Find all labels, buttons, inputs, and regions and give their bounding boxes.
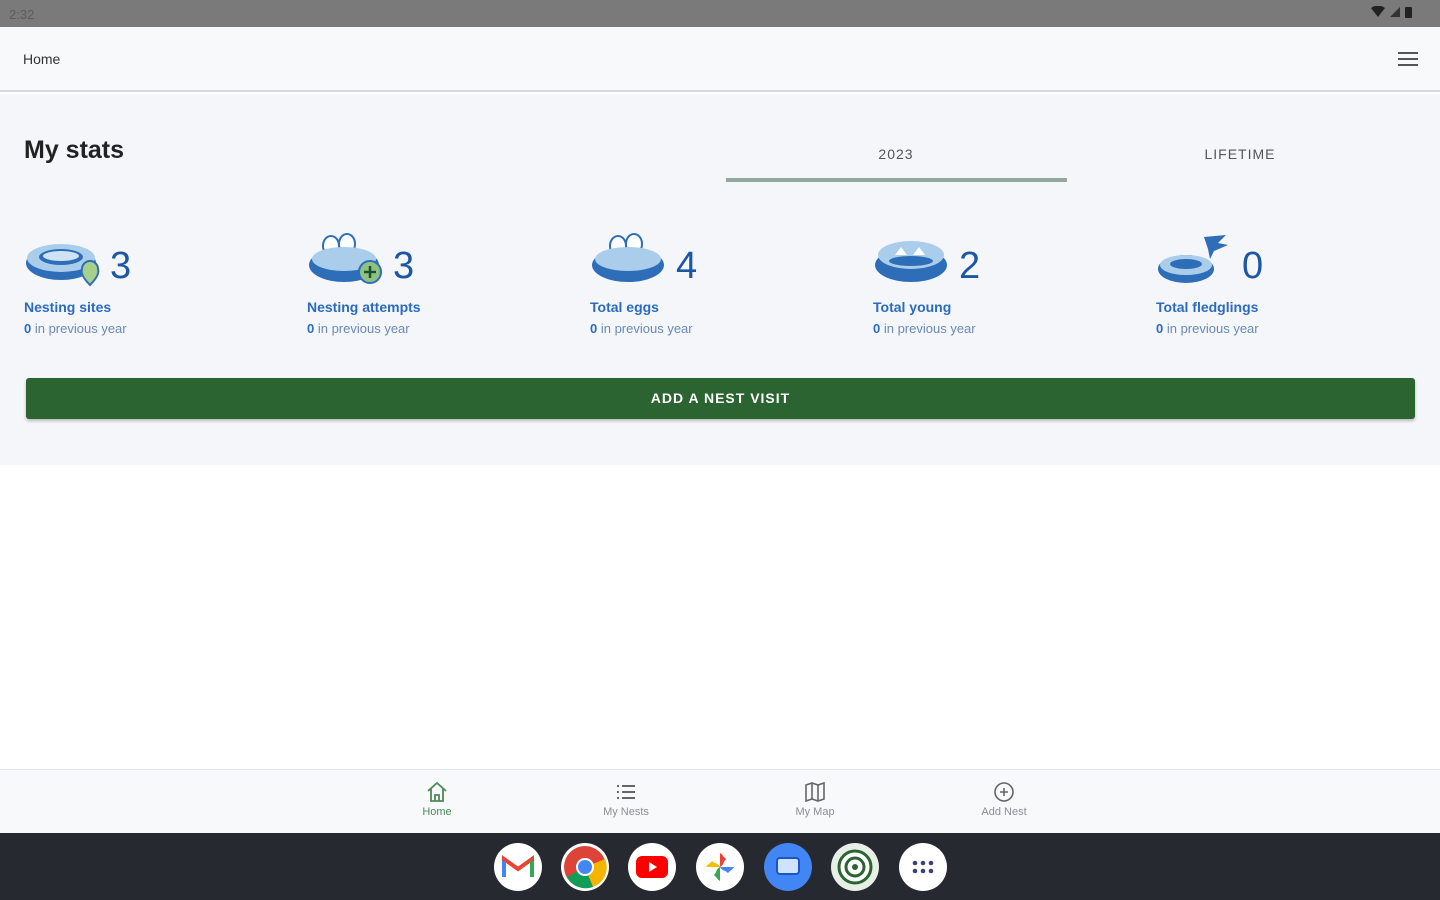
stat-value: 2 [959,245,981,287]
taskbar [0,833,1440,900]
add-circle-icon [994,782,1014,802]
stats-title: My stats [24,136,125,164]
stat-nesting-sites: 3 Nesting sites 0 in previous year [24,231,264,341]
wifi-icon [1371,6,1385,17]
gmail-icon[interactable] [494,843,542,891]
stat-nesting-attempts: 3 Nesting attempts 0 in previous year [307,231,547,341]
status-bar: 2:32 [0,0,1440,27]
stat-previous-text: in previous year [597,321,693,336]
stat-total-fledglings: 0 Total fledglings 0 in previous year [1156,231,1396,341]
chrome-icon[interactable] [561,843,609,891]
stat-previous: 0 in previous year [1156,321,1259,336]
nav-item-home[interactable]: Home [382,780,492,830]
nest-add-icon [309,233,382,284]
messages-icon[interactable] [764,843,812,891]
app-drawer-icon[interactable] [899,843,947,891]
nest-young-icon [875,241,947,282]
stat-label: Total young [873,299,952,315]
stat-previous: 0 in previous year [24,321,127,336]
list-icon [617,785,635,799]
app-bar: Home [0,27,1440,92]
photos-icon[interactable] [696,843,744,891]
bottom-nav: Home My Nests My Map Add Nest [0,769,1440,833]
tab-indicator [726,178,1067,182]
stat-value: 0 [1242,245,1264,287]
add-nest-visit-button[interactable]: ADD A NEST VISIT [26,378,1415,419]
nav-label: My Nests [603,806,649,818]
stat-label: Nesting attempts [307,299,421,315]
stat-previous-text: in previous year [1163,321,1259,336]
nav-item-my-nests[interactable]: My Nests [571,780,681,830]
stat-label: Total eggs [590,299,659,315]
nav-label: Add Nest [981,806,1027,818]
status-icons [1371,6,1412,18]
nav-label: My Map [795,806,835,818]
stat-total-young: 2 Total young 0 in previous year [873,231,1113,341]
stat-previous-text: in previous year [880,321,976,336]
hamburger-menu-icon[interactable] [1398,50,1420,68]
stat-value: 3 [393,245,415,287]
stat-previous: 0 in previous year [590,321,693,336]
stat-label: Total fledglings [1156,299,1259,315]
nestwatch-icon[interactable] [831,843,879,891]
tab-2023[interactable]: 2023 [726,146,1066,162]
stat-previous: 0 in previous year [873,321,976,336]
nav-item-my-map[interactable]: My Map [760,780,870,830]
stat-label: Nesting sites [24,299,112,315]
stat-previous: 0 in previous year [307,321,410,336]
nav-item-add-nest[interactable]: Add Nest [949,780,1059,830]
map-icon [805,781,825,803]
nav-label: Home [422,806,452,818]
nest-fledgling-icon [1158,235,1228,283]
stat-value: 3 [110,245,132,287]
nest-eggs-icon [592,233,664,282]
page-title: Home [23,51,61,67]
status-time: 2:32 [9,7,35,22]
stat-previous-text: in previous year [314,321,410,336]
stat-value: 4 [676,245,698,287]
tab-lifetime[interactable]: LIFETIME [1070,146,1410,162]
signal-icon [1390,7,1400,17]
battery-icon [1405,7,1412,18]
stat-previous-text: in previous year [31,321,127,336]
youtube-icon[interactable] [628,843,676,891]
home-icon [427,781,447,802]
stat-total-eggs: 4 Total eggs 0 in previous year [590,231,830,341]
nest-location-icon [26,244,100,287]
